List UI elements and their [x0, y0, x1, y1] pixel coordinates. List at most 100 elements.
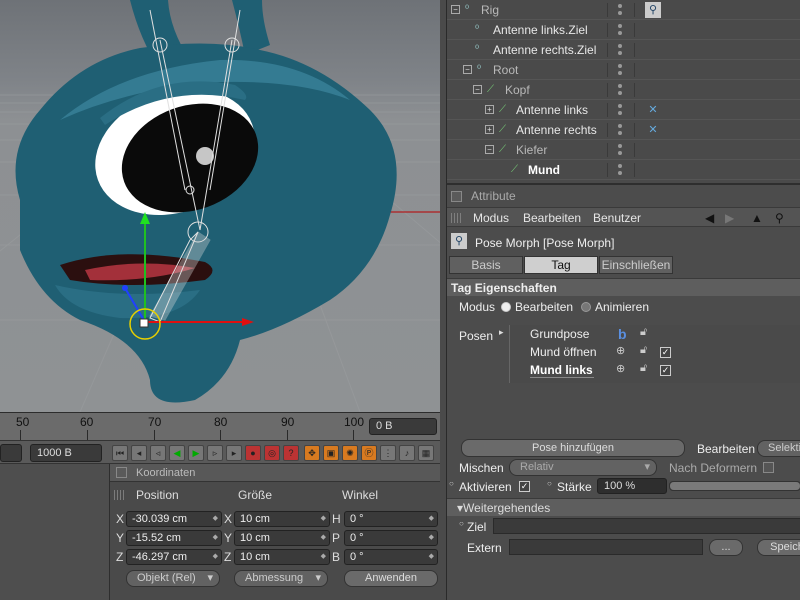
- tab-basis[interactable]: Basis: [449, 256, 523, 274]
- axis-label-x: X: [116, 512, 125, 526]
- object-row-antenne-links-ziel[interactable]: ⁰ Antenne links.Ziel: [447, 20, 800, 40]
- end-frame-field[interactable]: 1000 B: [30, 444, 102, 462]
- visibility-dots[interactable]: [607, 23, 635, 37]
- lock-icon[interactable]: 🔓︎: [640, 362, 647, 375]
- menu-bearbeiten[interactable]: Bearbeiten: [523, 211, 581, 225]
- menu-benutzer[interactable]: Benutzer: [593, 211, 641, 225]
- tab-einschliessen[interactable]: Einschließen: [599, 256, 673, 274]
- step-forward-button[interactable]: ▹: [207, 445, 223, 461]
- visibility-dots[interactable]: [607, 63, 635, 77]
- key-help-button[interactable]: ?: [283, 445, 299, 461]
- after-deformers-checkbox[interactable]: [763, 462, 774, 473]
- rotation-b-field[interactable]: 0 °: [344, 549, 438, 565]
- pose-morph-tag-icon[interactable]: ⚲: [645, 2, 661, 18]
- mix-dropdown[interactable]: Relativ: [509, 459, 657, 476]
- move-key-icon[interactable]: ✥: [304, 445, 320, 461]
- coordinates-lock-checkbox[interactable]: [116, 467, 127, 478]
- edit-mode-dropdown[interactable]: Selekti: [757, 440, 800, 457]
- param-key-icon[interactable]: Ⓟ: [361, 445, 377, 461]
- apply-button[interactable]: Anwenden: [344, 570, 438, 587]
- menu-modus[interactable]: Modus: [473, 211, 509, 225]
- start-frame-field[interactable]: [0, 444, 22, 462]
- collapse-icon[interactable]: −: [451, 5, 460, 14]
- browse-button[interactable]: ...: [709, 539, 743, 556]
- visibility-dots[interactable]: [607, 103, 635, 117]
- size-z-field[interactable]: 10 cm: [234, 549, 330, 565]
- play-backward-button[interactable]: ◀: [169, 445, 185, 461]
- collapse-icon[interactable]: −: [485, 145, 494, 154]
- visibility-dots[interactable]: [607, 3, 635, 17]
- rotation-h-field[interactable]: 0 °: [344, 511, 438, 527]
- step-back-button[interactable]: ◃: [150, 445, 166, 461]
- visibility-dots[interactable]: [607, 143, 635, 157]
- posen-expand-icon[interactable]: ▸: [499, 327, 504, 338]
- position-x-field[interactable]: -30.039 cm: [126, 511, 222, 527]
- current-frame-field[interactable]: 0 B: [369, 418, 437, 435]
- autokey-button[interactable]: ◎: [264, 445, 280, 461]
- size-x-field[interactable]: 10 cm: [234, 511, 330, 527]
- z-axis-tip[interactable]: [122, 285, 128, 291]
- search-icon[interactable]: ⚲: [775, 211, 784, 225]
- object-row-mund[interactable]: ⟋ Mund: [447, 160, 800, 180]
- save-button[interactable]: Speich: [757, 539, 800, 556]
- mund-joint-handle[interactable]: [139, 318, 149, 328]
- sound-icon[interactable]: ♪: [399, 445, 415, 461]
- modus-animieren-radio[interactable]: [581, 302, 591, 312]
- pose-enabled-checkbox[interactable]: ✓: [660, 347, 671, 358]
- object-row-root[interactable]: − ⁰ Root: [447, 60, 800, 80]
- expand-icon[interactable]: +: [485, 105, 494, 114]
- size-mode-dropdown[interactable]: Abmessung: [234, 570, 328, 587]
- activate-checkbox[interactable]: ✓: [519, 481, 530, 492]
- ik-tag-icon[interactable]: ✕: [645, 122, 661, 138]
- tab-tag[interactable]: Tag: [524, 256, 598, 274]
- ik-tag-icon[interactable]: ✕: [645, 102, 661, 118]
- go-to-start-button[interactable]: ⏮: [112, 445, 128, 461]
- back-arrow-icon[interactable]: ◀: [705, 211, 714, 225]
- object-row-kiefer[interactable]: − ⟋ Kiefer: [447, 140, 800, 160]
- rotation-p-field[interactable]: 0 °: [344, 530, 438, 546]
- object-row-antenne-links[interactable]: + ⟋ Antenne links ✕: [447, 100, 800, 120]
- modus-bearbeiten-radio[interactable]: [501, 302, 511, 312]
- position-y-field[interactable]: -15.52 cm: [126, 530, 222, 546]
- visibility-dots[interactable]: [607, 163, 635, 177]
- pose-enabled-checkbox[interactable]: ✓: [660, 365, 671, 376]
- object-row-rig[interactable]: − ⁰ Rig ⚲: [447, 0, 800, 20]
- object-row-antenne-rechts[interactable]: + ⟋ Antenne rechts ✕: [447, 120, 800, 140]
- 3d-viewport[interactable]: [0, 0, 440, 412]
- add-pose-button[interactable]: Pose hinzufügen: [461, 439, 685, 457]
- play-forward-button[interactable]: ▶: [188, 445, 204, 461]
- strength-slider[interactable]: [669, 481, 800, 491]
- collapse-icon[interactable]: −: [473, 85, 482, 94]
- next-key-button[interactable]: ▸: [226, 445, 242, 461]
- forward-arrow-icon[interactable]: ▶: [725, 211, 734, 225]
- visibility-dots[interactable]: [607, 83, 635, 97]
- position-z-field[interactable]: -46.297 cm: [126, 549, 222, 565]
- extern-file-field[interactable]: [509, 539, 703, 555]
- previous-key-button[interactable]: ◂: [131, 445, 147, 461]
- visibility-dots[interactable]: [607, 43, 635, 57]
- bullet-icon: ○: [459, 519, 464, 528]
- pla-key-icon[interactable]: ⋮: [380, 445, 396, 461]
- coordinate-mode-dropdown[interactable]: Objekt (Rel): [126, 570, 220, 587]
- lock-icon[interactable]: 🔓︎: [640, 344, 647, 357]
- expand-icon[interactable]: +: [485, 125, 494, 134]
- timeline-ruler[interactable]: 50 60 70 80 90 100 0 B: [0, 412, 440, 440]
- size-y-field[interactable]: 10 cm: [234, 530, 330, 546]
- up-arrow-icon[interactable]: ▲: [751, 211, 763, 225]
- pose-row-mund-links[interactable]: Mund links ⊕ 🔓︎ ✓: [510, 361, 800, 379]
- rotate-key-icon[interactable]: ✺: [342, 445, 358, 461]
- pose-row-grundpose[interactable]: Grundpose b 🔓︎: [510, 325, 800, 343]
- strength-field[interactable]: 100 %: [597, 478, 667, 494]
- attribute-lock-checkbox[interactable]: [451, 191, 462, 202]
- scale-key-icon[interactable]: ▣: [323, 445, 339, 461]
- record-button[interactable]: ●: [245, 445, 261, 461]
- pose-row-mund-oeffnen[interactable]: Mund öffnen ⊕ 🔓︎ ✓: [510, 343, 800, 361]
- collapse-icon[interactable]: −: [463, 65, 472, 74]
- lock-icon[interactable]: 🔓︎: [640, 326, 647, 339]
- object-row-antenne-rechts-ziel[interactable]: ⁰ Antenne rechts.Ziel: [447, 40, 800, 60]
- section-advanced[interactable]: ▾Weitergehendes: [447, 498, 800, 516]
- target-link-field[interactable]: [493, 518, 800, 534]
- object-row-kopf[interactable]: − ⟋ Kopf: [447, 80, 800, 100]
- layout-icon[interactable]: ▦: [418, 445, 434, 461]
- visibility-dots[interactable]: [607, 123, 635, 137]
